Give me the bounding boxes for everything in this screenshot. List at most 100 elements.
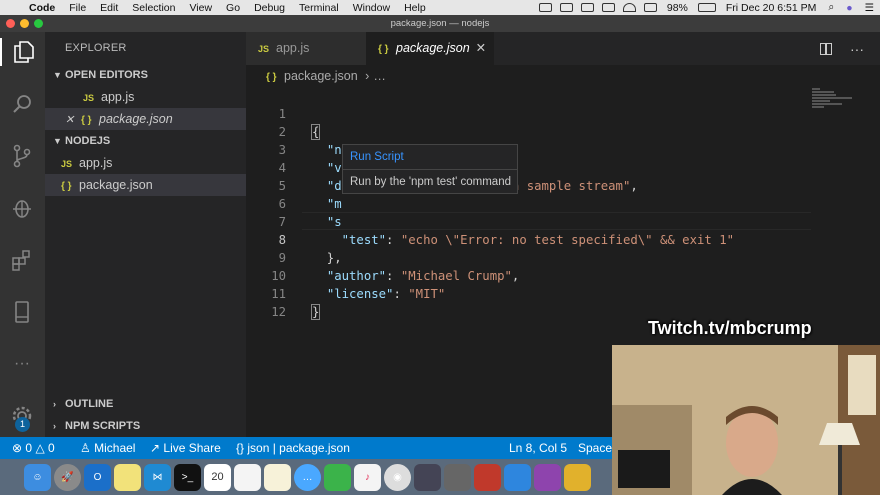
menubar-status: 98% Fri Dec 20 6:51 PM ⌕ ● ☰ (535, 0, 880, 15)
menu-go[interactable]: Go (219, 2, 247, 14)
json-icon: { } (81, 115, 92, 126)
finder-icon[interactable]: ☺ (24, 463, 51, 491)
twitch-overlay-text: Twitch.tv/mbcrump (648, 318, 812, 338)
volume-icon[interactable] (643, 3, 657, 12)
more-actions-icon[interactable]: ··· (850, 41, 864, 57)
open-editor-item[interactable]: ✕{ } package.json (45, 108, 246, 130)
source-control-icon[interactable] (8, 142, 36, 170)
cursor-position[interactable]: Ln 8, Col 5 (509, 437, 567, 459)
spotlight-icon[interactable]: ⌕ (822, 1, 840, 14)
warning-icon: △ (35, 441, 45, 455)
app-icon[interactable] (504, 463, 531, 491)
minimap[interactable] (812, 87, 872, 117)
vscode-icon[interactable]: ⋈ (144, 463, 171, 491)
siri-icon[interactable]: ● (840, 2, 858, 14)
app-icon[interactable] (414, 463, 441, 491)
code-line: 7 "test": "echo \"Error: no test specifi… (246, 195, 811, 247)
extensions-icon[interactable] (8, 246, 36, 274)
open-editor-item[interactable]: JS app.js (45, 86, 246, 108)
menu-edit[interactable]: Edit (93, 2, 125, 14)
account-status[interactable]: ♙ Michael (80, 437, 135, 459)
person-icon: ♙ (80, 441, 91, 455)
terminal-icon[interactable]: >_ (174, 463, 201, 491)
search-icon[interactable] (8, 90, 36, 118)
language-status[interactable]: {} json | package.json (236, 437, 350, 459)
live-share-button[interactable]: ↗ Live Share (150, 437, 221, 459)
js-icon: JS (83, 93, 95, 103)
app-icon[interactable] (474, 463, 501, 491)
menu-selection[interactable]: Selection (125, 2, 182, 14)
chrome-icon[interactable]: ◉ (384, 463, 411, 491)
gear-icon[interactable]: 1 (8, 402, 36, 432)
close-icon[interactable]: ✕ (65, 109, 81, 131)
music-icon[interactable]: ♪ (354, 463, 381, 491)
tab-package-json[interactable]: { } package.json ✕ (366, 32, 494, 65)
menu-debug[interactable]: Debug (247, 2, 292, 14)
outline-label: OUTLINE (65, 398, 114, 410)
menu-app[interactable]: Code (22, 2, 62, 14)
code-line: 1 { (246, 87, 811, 140)
menu-window[interactable]: Window (346, 2, 397, 14)
more-icon[interactable]: ··· (8, 350, 36, 378)
notes-icon[interactable] (114, 463, 141, 491)
notification-center-icon[interactable]: ☰ (859, 2, 880, 14)
file-item[interactable]: { } package.json (45, 174, 246, 196)
run-script-link[interactable]: Run Script (350, 151, 404, 163)
error-count: 0 (25, 441, 33, 455)
settings-badge: 1 (15, 417, 30, 432)
menu-terminal[interactable]: Terminal (292, 2, 346, 14)
code-text: } (310, 304, 321, 320)
breadcrumb-rest[interactable]: … (373, 69, 386, 83)
js-icon: JS (61, 159, 73, 169)
minimize-window-button[interactable] (20, 19, 29, 28)
status-icon[interactable] (580, 3, 594, 12)
battery-icon[interactable] (697, 3, 716, 12)
traffic-lights (6, 19, 43, 28)
open-editors-label: OPEN EDITORS (65, 69, 148, 81)
npm-scripts-header[interactable]: › NPM SCRIPTS (45, 415, 140, 437)
file-item[interactable]: JS app.js (45, 152, 246, 174)
messages-icon[interactable]: … (294, 463, 321, 491)
close-icon[interactable]: ✕ (476, 41, 486, 55)
code-line: 4 "d witch sample stream", (246, 141, 811, 193)
status-icon[interactable] (601, 3, 615, 12)
breadcrumb-file[interactable]: package.json (284, 69, 358, 83)
outline-header[interactable]: › OUTLINE (45, 393, 113, 415)
code-line: 3 "version": "1.0.0", (246, 123, 811, 175)
close-window-button[interactable] (6, 19, 15, 28)
status-icon[interactable] (559, 3, 573, 12)
launchpad-icon[interactable]: 🚀 (54, 463, 81, 491)
menubar-clock[interactable]: Fri Dec 20 6:51 PM (720, 2, 822, 14)
reminders-icon[interactable] (234, 463, 261, 491)
menu-file[interactable]: File (62, 2, 93, 14)
textedit-icon[interactable] (264, 463, 291, 491)
project-header[interactable]: ▼ NODEJS (45, 130, 246, 152)
calendar-icon[interactable]: 20 (204, 463, 231, 491)
facetime-icon[interactable] (324, 463, 351, 491)
device-icon[interactable] (8, 298, 36, 326)
file-name: package.json (79, 178, 153, 192)
explorer-icon[interactable] (0, 38, 45, 66)
zoom-window-button[interactable] (34, 19, 43, 28)
status-icon[interactable] (538, 3, 552, 12)
chevron-right-icon: › (53, 399, 56, 409)
npm-scripts-label: NPM SCRIPTS (65, 420, 141, 432)
activity-bar: ··· 1 (0, 32, 45, 437)
wifi-icon[interactable] (622, 3, 636, 12)
open-editors-header[interactable]: ▼ OPEN EDITORS (45, 64, 246, 86)
braces-icon: {} (236, 441, 245, 455)
app-icon[interactable] (534, 463, 561, 491)
debug-icon[interactable] (8, 194, 36, 222)
battery-percent[interactable]: 98% (661, 2, 694, 14)
tab-app-js[interactable]: JS app.js (246, 32, 366, 65)
outlook-icon[interactable]: O (84, 463, 111, 491)
menu-view[interactable]: View (182, 2, 219, 14)
split-editor-icon[interactable] (820, 42, 832, 55)
window-titlebar: package.json — nodejs (0, 15, 880, 32)
breadcrumb: { } package.json ›… (246, 65, 880, 87)
folder-icon[interactable] (564, 463, 591, 491)
problems-indicator[interactable]: ⊗ 0 △ 0 (12, 437, 55, 459)
menu-help[interactable]: Help (397, 2, 433, 14)
hover-divider (343, 169, 517, 170)
app-icon[interactable] (444, 463, 471, 491)
